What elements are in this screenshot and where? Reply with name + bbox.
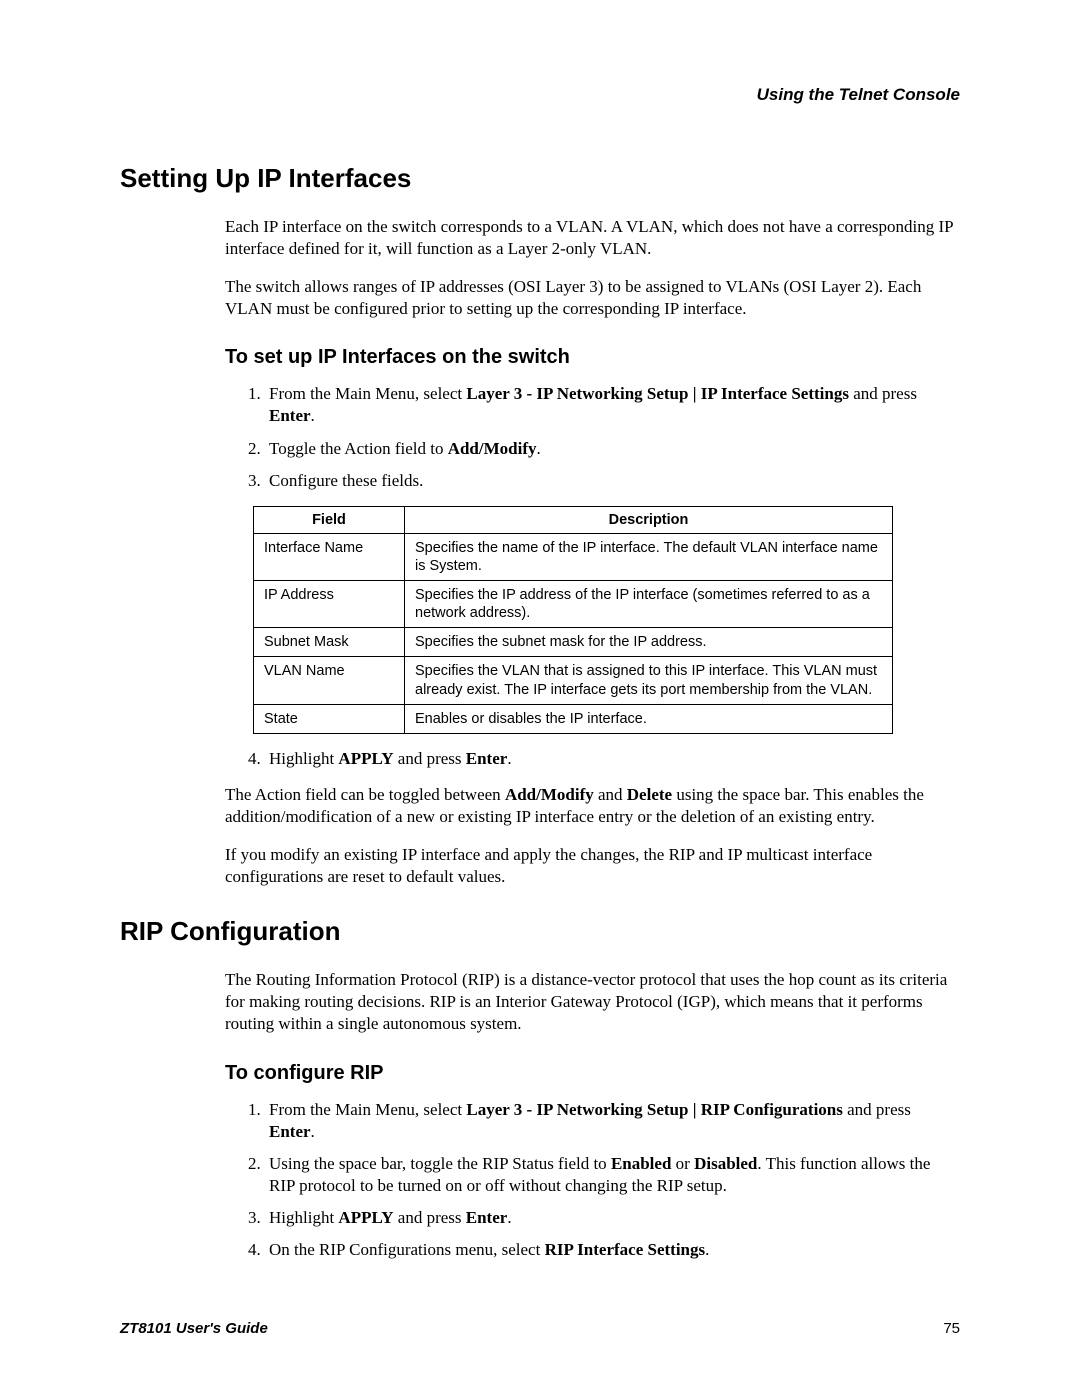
text: Highlight [269,1208,338,1227]
bold: RIP Interface Settings [545,1240,706,1259]
cell-field: IP Address [254,581,405,628]
para: The Action field can be toggled between … [225,784,960,828]
bold: APPLY [338,749,393,768]
cell-desc: Specifies the subnet mask for the IP add… [405,628,893,657]
chapter-header: Using the Telnet Console [120,85,960,105]
table-row: Interface Name Specifies the name of the… [254,533,893,580]
step: From the Main Menu, select Layer 3 - IP … [265,1099,960,1143]
text: or [671,1154,694,1173]
bold: Enabled [611,1154,671,1173]
field-table: Field Description Interface Name Specifi… [253,506,893,734]
page: Using the Telnet Console Setting Up IP I… [0,0,1080,1397]
bold: Layer 3 - IP Networking Setup | RIP Conf… [466,1100,843,1119]
subheading-set-up-ip: To set up IP Interfaces on the switch [225,346,960,369]
cell-desc: Specifies the IP address of the IP inter… [405,581,893,628]
step: Highlight APPLY and press Enter. [265,1207,960,1229]
cell-field: Interface Name [254,533,405,580]
text: Toggle the Action field to [269,439,448,458]
text: . [507,1208,511,1227]
step: On the RIP Configurations menu, select R… [265,1239,960,1261]
bold: Enter [269,1122,311,1141]
table-row: VLAN Name Specifies the VLAN that is ass… [254,657,893,704]
steps-list: From the Main Menu, select Layer 3 - IP … [225,383,960,491]
body-block-1: Each IP interface on the switch correspo… [225,216,960,888]
footer-guide: ZT8101 User's Guide [120,1320,268,1337]
cell-desc: Specifies the VLAN that is assigned to t… [405,657,893,704]
footer-page: 75 [943,1320,960,1337]
cell-field: VLAN Name [254,657,405,704]
bold: Disabled [694,1154,757,1173]
text: and press [849,384,917,403]
text: and press [394,1208,466,1227]
text: From the Main Menu, select [269,384,466,403]
step: From the Main Menu, select Layer 3 - IP … [265,383,960,427]
heading-setting-up-ip: Setting Up IP Interfaces [120,163,960,194]
table-row: Subnet Mask Specifies the subnet mask fo… [254,628,893,657]
para: Each IP interface on the switch correspo… [225,216,960,260]
text: . [311,1122,315,1141]
footer: ZT8101 User's Guide 75 [120,1320,960,1337]
text: and press [394,749,466,768]
table-row: State Enables or disables the IP interfa… [254,704,893,733]
text: Using the space bar, toggle the RIP Stat… [269,1154,611,1173]
text: On the RIP Configurations menu, select [269,1240,545,1259]
bold: Enter [466,749,508,768]
bold: Enter [269,406,311,425]
cell-field: Subnet Mask [254,628,405,657]
para: If you modify an existing IP interface a… [225,844,960,888]
step: Highlight APPLY and press Enter. [265,748,960,770]
bold: Layer 3 - IP Networking Setup | IP Inter… [466,384,849,403]
bold: APPLY [338,1208,393,1227]
th-desc: Description [405,506,893,533]
cell-desc: Enables or disables the IP interface. [405,704,893,733]
bold: Delete [627,785,672,804]
text: From the Main Menu, select [269,1100,466,1119]
th-field: Field [254,506,405,533]
step: Configure these fields. [265,470,960,492]
text: The Action field can be toggled between [225,785,505,804]
steps-list-cont: Highlight APPLY and press Enter. [225,748,960,770]
step: Toggle the Action field to Add/Modify. [265,438,960,460]
text: . [507,749,511,768]
text: Configure these fields. [269,471,423,490]
bold: Add/Modify [505,785,594,804]
text: and [594,785,627,804]
text: Highlight [269,749,338,768]
para: The Routing Information Protocol (RIP) i… [225,969,960,1035]
text: . [537,439,541,458]
step: Using the space bar, toggle the RIP Stat… [265,1153,960,1197]
bold: Add/Modify [448,439,537,458]
para: The switch allows ranges of IP addresses… [225,276,960,320]
cell-field: State [254,704,405,733]
text: . [311,406,315,425]
table-row: IP Address Specifies the IP address of t… [254,581,893,628]
subheading-configure-rip: To configure RIP [225,1062,960,1085]
cell-desc: Specifies the name of the IP interface. … [405,533,893,580]
text: . [705,1240,709,1259]
body-block-2: The Routing Information Protocol (RIP) i… [225,969,960,1261]
heading-rip-config: RIP Configuration [120,916,960,947]
steps-list: From the Main Menu, select Layer 3 - IP … [225,1099,960,1262]
text: and press [843,1100,911,1119]
bold: Enter [466,1208,508,1227]
